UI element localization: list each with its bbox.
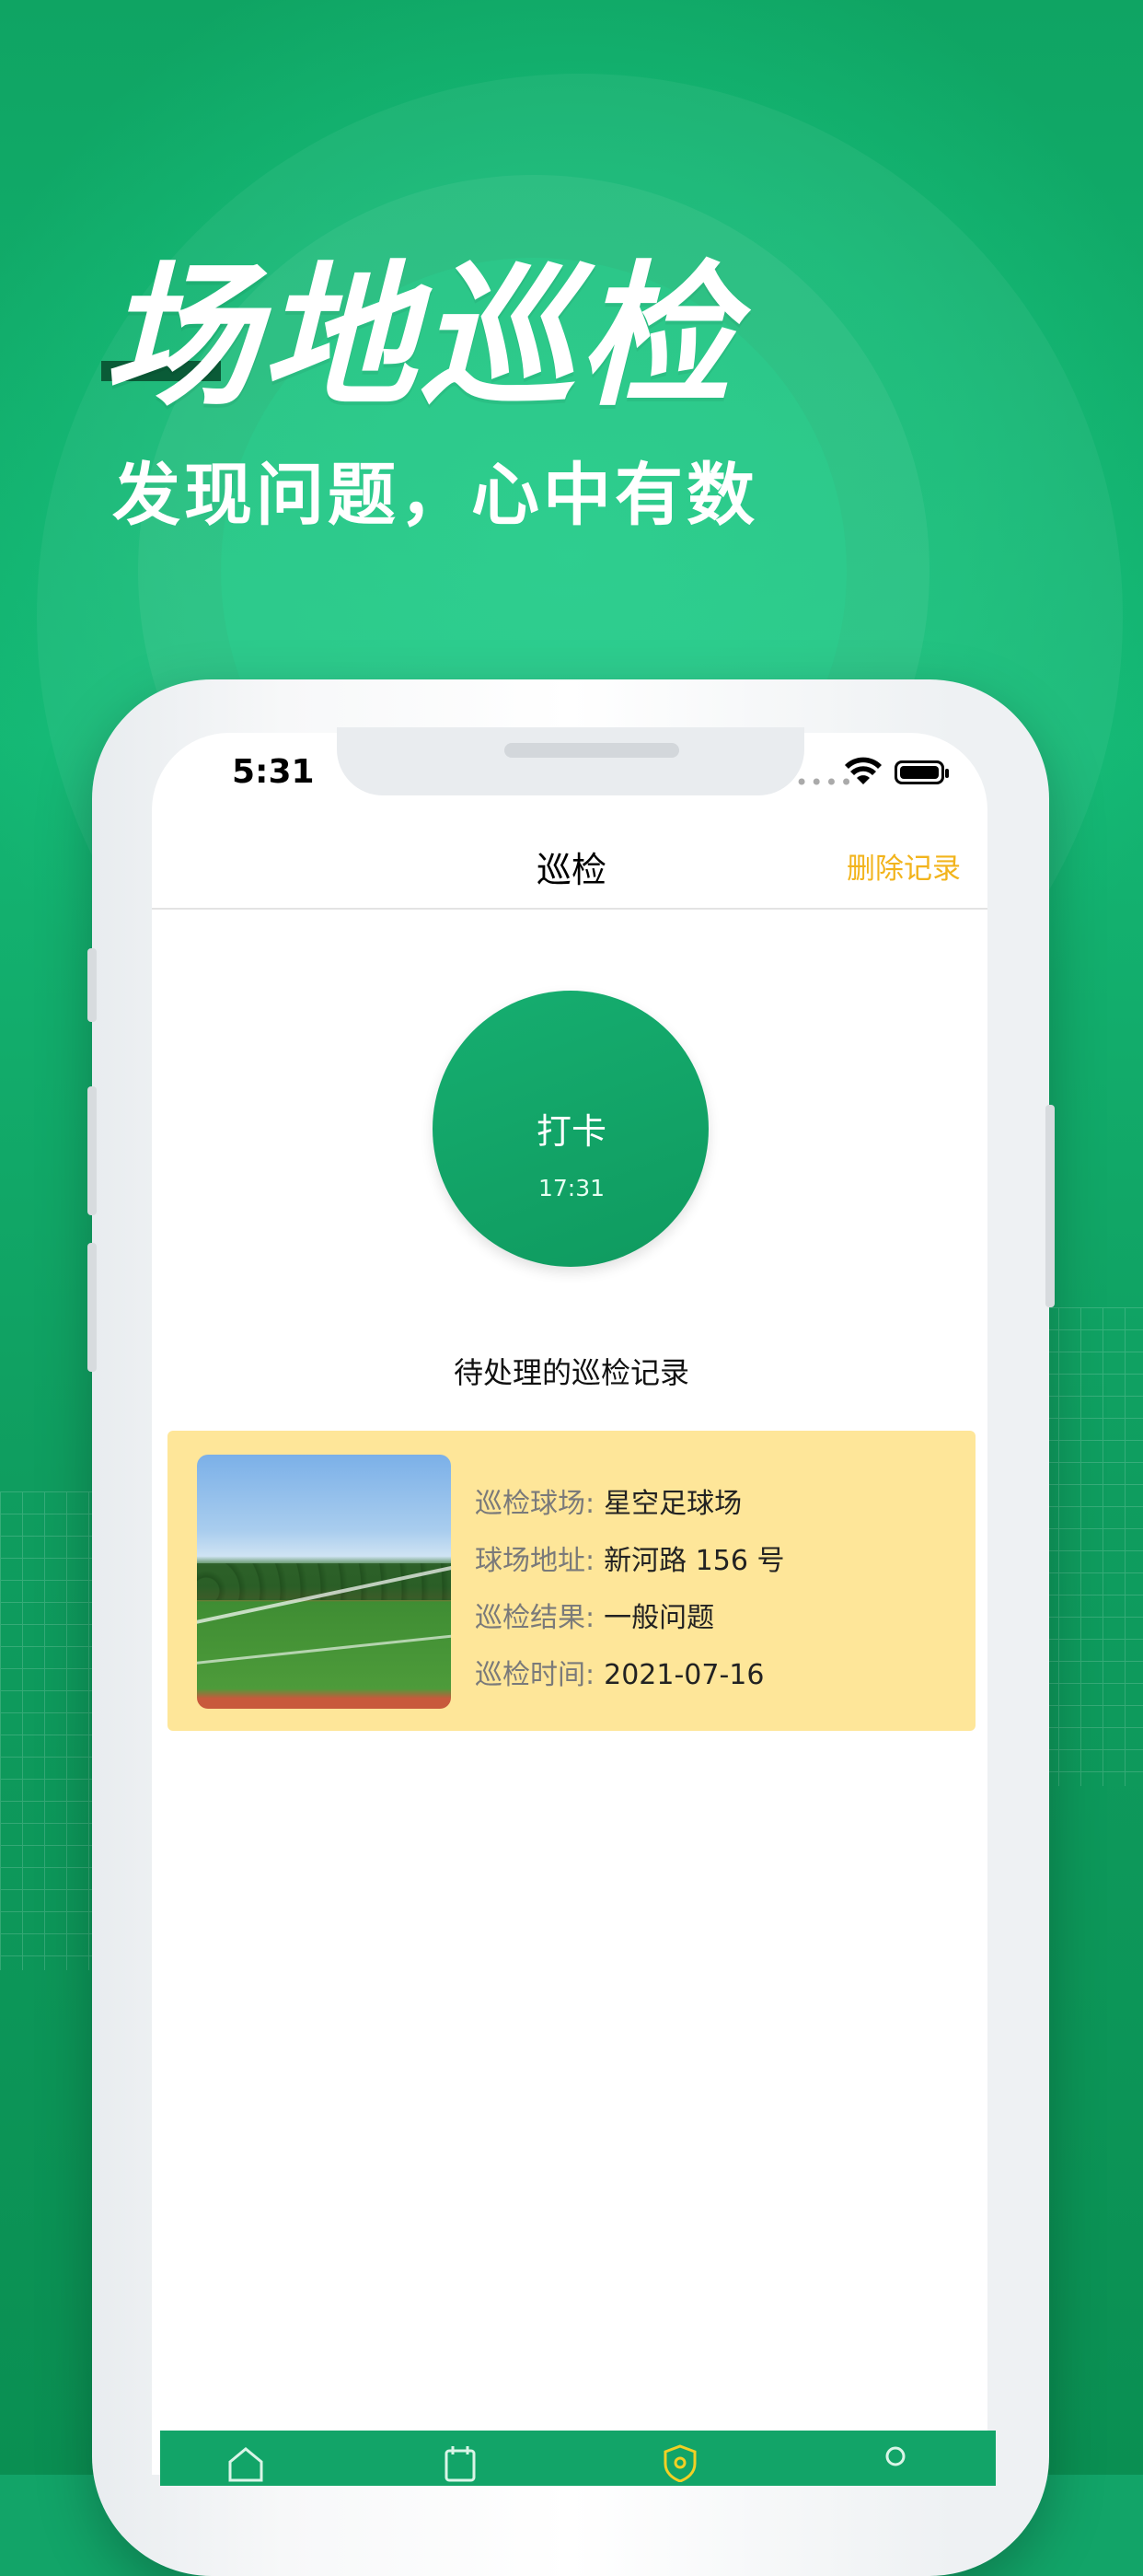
address-label: 球场地址: [475, 1545, 595, 1577]
result-label: 巡检结果: [475, 1602, 595, 1634]
record-time: 巡检时间: 2021-07-16 [475, 1652, 764, 1692]
promo-headline: 场地巡检 [103, 247, 736, 427]
checkin-label: 打卡 [536, 1111, 606, 1152]
record-venue: 巡检球场: 星空足球场 [475, 1480, 742, 1521]
status-time: 5:31 [232, 753, 315, 791]
divider [152, 908, 987, 910]
phone-notch [337, 727, 804, 795]
venue-value: 星空足球场 [604, 1488, 743, 1520]
phone-side-button [87, 948, 97, 1022]
delete-records-button[interactable]: 删除记录 [847, 845, 961, 887]
battery-icon [895, 760, 949, 784]
result-value: 一般问题 [604, 1602, 715, 1634]
time-label: 巡检时间: [475, 1659, 595, 1691]
checkin-time: 17:31 [537, 1175, 606, 1201]
record-address: 球场地址: 新河路 156 号 [475, 1537, 784, 1578]
wifi-icon [845, 757, 882, 784]
user-icon[interactable] [876, 2443, 915, 2482]
promo-subhead: 发现问题，心中有数 [112, 456, 758, 535]
record-result: 巡检结果: 一般问题 [475, 1595, 714, 1635]
phone-speaker [504, 743, 679, 758]
section-title: 待处理的巡检记录 [453, 1355, 689, 1390]
field-photo [197, 1455, 451, 1709]
calendar-icon[interactable] [442, 2443, 480, 2482]
home-icon[interactable] [226, 2443, 265, 2482]
venue-label: 巡检球场: [475, 1488, 595, 1520]
shield-icon[interactable] [661, 2443, 699, 2482]
page-title: 巡检 [536, 850, 606, 890]
time-value: 2021-07-16 [604, 1659, 765, 1691]
tab-bar [160, 2431, 996, 2486]
address-value: 新河路 156 号 [604, 1545, 785, 1577]
